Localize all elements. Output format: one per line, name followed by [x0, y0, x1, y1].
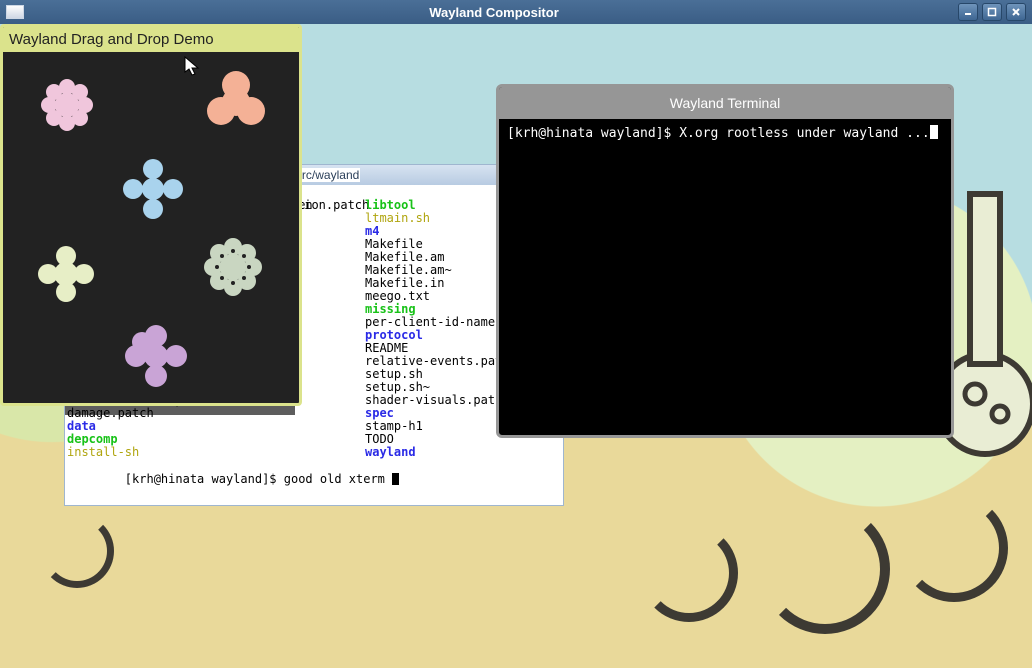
- wterm-prompt: [krh@hinata wayland]$: [507, 126, 679, 141]
- flower-icon[interactable]: [37, 245, 95, 303]
- outer-window-title: Wayland Compositor: [30, 5, 958, 20]
- close-button[interactable]: [1006, 3, 1026, 21]
- wterm-cursor: [930, 125, 938, 139]
- flower-icon[interactable]: [203, 237, 263, 297]
- xterm-prompt: [krh@hinata wayland]$: [125, 472, 284, 486]
- app-icon: [6, 5, 24, 19]
- maximize-button[interactable]: [982, 3, 1002, 21]
- ls-mid-suffix: tion.patch: [297, 199, 369, 212]
- ls-entry: install-sh: [67, 446, 313, 459]
- ls-entry: damage.patch: [67, 407, 313, 420]
- minimize-button[interactable]: [958, 3, 978, 21]
- flower-icon[interactable]: [37, 75, 97, 135]
- wayland-terminal-body[interactable]: [krh@hinata wayland]$ X.org rootless und…: [499, 119, 951, 147]
- xterm-cmd-typed: good old xterm: [284, 472, 392, 486]
- flower-icon[interactable]: [201, 67, 271, 137]
- wayland-terminal-window[interactable]: Wayland Terminal [krh@hinata wayland]$ X…: [496, 84, 954, 438]
- ls-entry: wayland: [365, 446, 575, 459]
- dnd-window[interactable]: Wayland Drag and Drop Demo: [0, 24, 302, 406]
- xterm-cursor: [392, 473, 399, 485]
- outer-titlebar: Wayland Compositor: [0, 0, 1032, 24]
- decoration-swirl: [640, 524, 738, 622]
- wterm-command: X.org rootless under wayland ...: [679, 126, 929, 141]
- decoration-swirl: [760, 504, 890, 634]
- decoration-swirl: [900, 494, 1008, 602]
- decoration-swirl: [40, 514, 114, 588]
- flower-icon[interactable]: [123, 323, 189, 389]
- wayland-terminal-title[interactable]: Wayland Terminal: [499, 87, 951, 119]
- flower-icon[interactable]: [121, 157, 185, 221]
- dnd-window-title: Wayland Drag and Drop Demo: [3, 27, 299, 52]
